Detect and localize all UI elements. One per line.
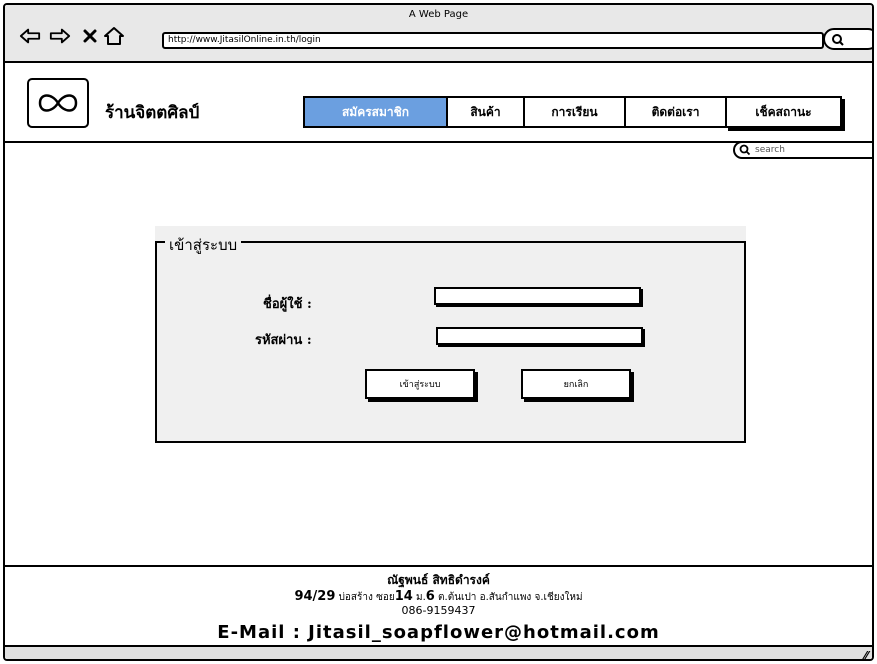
footer-email[interactable]: E-Mail : Jitasil_soapflower@hotmail.com [5, 622, 872, 643]
footer-owner-name: ณัฐพนธ์ สิทธิดำรงค์ [387, 573, 490, 587]
resize-grip-icon[interactable]: ⁄⁄ [864, 649, 868, 659]
window-title: A Web Page [408, 9, 469, 20]
back-arrow-icon[interactable] [19, 25, 41, 47]
search-icon [739, 144, 751, 156]
moo-label: ม. [416, 592, 426, 603]
forward-arrow-icon[interactable] [49, 25, 71, 47]
password-field[interactable] [436, 327, 643, 345]
shop-name: ร้านจิตตศิลป์ [105, 103, 200, 123]
address-street: บ่อสร้าง ซอย [338, 592, 395, 603]
infinity-icon [38, 94, 78, 112]
login-legend: เข้าสู่ระบบ [165, 233, 242, 257]
soi-number: 14 [394, 589, 413, 604]
close-icon[interactable] [79, 25, 101, 47]
home-icon[interactable] [103, 25, 125, 47]
logo[interactable] [27, 78, 89, 128]
main-nav: สมัครสมาชิก สินค้า การเรียน ติดต่อเรา เช… [303, 96, 842, 128]
browser-window: A Web Page http://www.JitasilOnline.in.t… [3, 3, 874, 661]
username-field[interactable] [434, 287, 641, 305]
tab-check-status[interactable]: เช็คสถานะ [725, 96, 842, 128]
browser-titlebar: A Web Page http://www.JitasilOnline.in.t… [5, 5, 872, 63]
tab-products[interactable]: สินค้า [446, 96, 523, 128]
footer-divider [5, 565, 872, 567]
password-label: รหัสผ่าน : [255, 333, 312, 348]
login-button[interactable]: เข้าสู่ระบบ [365, 369, 475, 399]
magnifier-icon [832, 34, 844, 46]
cancel-button[interactable]: ยกเลิก [521, 369, 631, 399]
footer-address: 94/29 บ่อสร้าง ซอย14 ม.6 ต.ต้นเปา อ.สันก… [5, 589, 872, 605]
moo-number: 6 [425, 589, 435, 604]
footer-phone: 086-9159437 [401, 604, 476, 617]
search-placeholder: search [755, 145, 785, 155]
address-number: 94/29 [294, 589, 336, 604]
address-district: ต.ต้นเปา อ.สันกำแพง จ.เชียงใหม่ [438, 592, 583, 603]
tab-courses[interactable]: การเรียน [523, 96, 624, 128]
browser-search-button[interactable] [823, 28, 872, 50]
tab-register[interactable]: สมัครสมาชิก [303, 96, 446, 128]
address-bar[interactable]: http://www.JitasilOnline.in.th/login [162, 32, 824, 49]
username-label: ชื่อผู้ใช้ : [263, 297, 312, 312]
search-input[interactable]: search [733, 141, 872, 159]
tab-contact[interactable]: ติดต่อเรา [624, 96, 725, 128]
status-bar: ⁄⁄ [5, 645, 872, 659]
